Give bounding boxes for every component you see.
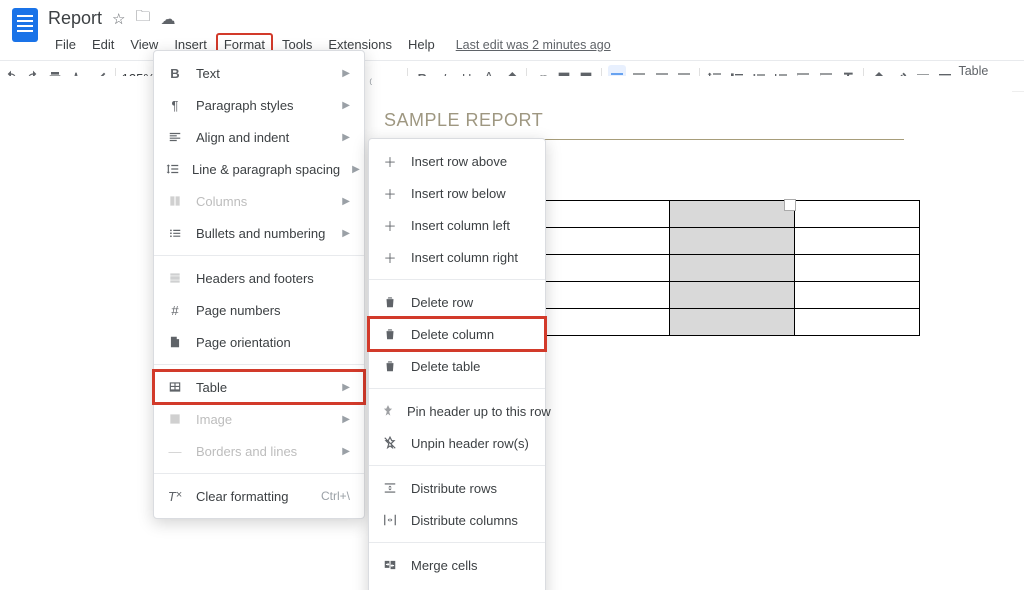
plus-icon: ＋ [381, 216, 399, 235]
document-table[interactable] [544, 200, 920, 336]
chevron-right-icon: ▶ [342, 132, 350, 143]
page-heading: SAMPLE REPORT [384, 110, 1012, 131]
table-distribute-cols[interactable]: Distribute columns [369, 504, 545, 536]
trash-icon [381, 295, 399, 309]
menu-file[interactable]: File [48, 34, 83, 55]
unpin-icon [381, 436, 399, 450]
cloud-status-icon[interactable]: ☁ [161, 10, 176, 28]
table-cell[interactable] [795, 228, 920, 255]
orientation-icon [166, 335, 184, 349]
page[interactable]: SAMPLE REPORT [372, 76, 1012, 140]
table-cell[interactable] [545, 282, 670, 309]
spacing-icon [166, 162, 180, 176]
menu-divider [369, 465, 545, 466]
menu-divider [154, 255, 364, 256]
table-delete-table[interactable]: Delete table [369, 350, 545, 382]
format-image: Image▶ [154, 403, 364, 435]
table-delete-column[interactable]: Delete column [369, 318, 545, 350]
move-icon[interactable]: 🗀 [135, 6, 150, 31]
docs-logo[interactable] [12, 8, 38, 42]
shortcut-label: Ctrl+\ [321, 489, 350, 503]
table-cell[interactable] [545, 255, 670, 282]
distribute-rows-icon [381, 481, 399, 495]
chevron-right-icon: ▶ [342, 100, 350, 111]
menu-divider [369, 279, 545, 280]
hash-icon: # [166, 303, 184, 318]
menu-help[interactable]: Help [401, 34, 442, 55]
table-cell[interactable] [795, 201, 920, 228]
paragraph-icon: ¶ [166, 98, 184, 113]
clear-icon: T× [166, 489, 184, 504]
image-icon [166, 412, 184, 426]
distribute-cols-icon [381, 513, 399, 527]
menu-divider [154, 473, 364, 474]
trash-icon [381, 327, 399, 341]
chevron-right-icon: ▶ [342, 446, 350, 457]
last-edit-link[interactable]: Last edit was 2 minutes ago [456, 38, 611, 52]
table-cell[interactable] [545, 309, 670, 336]
chevron-right-icon: ▶ [342, 382, 350, 393]
format-paragraph-styles[interactable]: ¶Paragraph styles▶ [154, 89, 364, 121]
titlebar: Report ☆ 🗀 ☁ File Edit View Insert Forma… [0, 0, 1024, 56]
plus-icon: ＋ [381, 184, 399, 203]
format-menu: BText▶ ¶Paragraph styles▶ Align and inde… [153, 50, 365, 519]
table-cell-selected[interactable] [670, 201, 795, 228]
chevron-right-icon: ▶ [342, 414, 350, 425]
format-clear-formatting[interactable]: T×Clear formattingCtrl+\ [154, 480, 364, 512]
table-cell-selected[interactable] [670, 309, 795, 336]
format-page-orientation[interactable]: Page orientation [154, 326, 364, 358]
chevron-right-icon: ▶ [352, 164, 360, 175]
format-text[interactable]: BText▶ [154, 57, 364, 89]
align-icon [166, 130, 184, 144]
pin-icon [381, 404, 395, 418]
trash-icon [381, 359, 399, 373]
format-bullets-numbering[interactable]: Bullets and numbering▶ [154, 217, 364, 249]
chevron-right-icon: ▶ [342, 228, 350, 239]
table-cell[interactable] [795, 282, 920, 309]
columns-icon [166, 194, 184, 208]
plus-icon: ＋ [381, 152, 399, 171]
menu-divider [369, 542, 545, 543]
table-distribute-rows[interactable]: Distribute rows [369, 472, 545, 504]
table-cell-selected[interactable] [670, 282, 795, 309]
doc-title[interactable]: Report [48, 8, 102, 29]
format-align-indent[interactable]: Align and indent▶ [154, 121, 364, 153]
table-cell[interactable] [795, 309, 920, 336]
table-unpin-header[interactable]: Unpin header row(s) [369, 427, 545, 459]
merge-icon [381, 558, 399, 572]
format-table[interactable]: Table▶ [154, 371, 364, 403]
headers-icon [166, 271, 184, 285]
table-cell[interactable] [545, 201, 670, 228]
table-cell[interactable] [795, 255, 920, 282]
table-cell[interactable] [545, 228, 670, 255]
menu-divider [369, 388, 545, 389]
plus-icon: ＋ [381, 248, 399, 267]
table-merge-cells[interactable]: Merge cells [369, 549, 545, 581]
table-insert-row-above[interactable]: ＋Insert row above [369, 145, 545, 177]
format-columns: Columns▶ [154, 185, 364, 217]
menu-divider [154, 364, 364, 365]
chevron-right-icon: ▶ [342, 196, 350, 207]
table-submenu: ＋Insert row above ＋Insert row below ＋Ins… [368, 138, 546, 590]
table-cell-selected[interactable] [670, 228, 795, 255]
text-icon: B [166, 66, 184, 81]
table-unmerge-cells: Unmerge cells [369, 581, 545, 590]
format-line-spacing[interactable]: Line & paragraph spacing▶ [154, 153, 364, 185]
table-delete-row[interactable]: Delete row [369, 286, 545, 318]
table-cell-selected[interactable] [670, 255, 795, 282]
format-page-numbers[interactable]: #Page numbers [154, 294, 364, 326]
borders-icon: — [166, 444, 184, 459]
menu-edit[interactable]: Edit [85, 34, 121, 55]
table-insert-row-below[interactable]: ＋Insert row below [369, 177, 545, 209]
table-insert-col-left[interactable]: ＋Insert column left [369, 209, 545, 241]
format-headers-footers[interactable]: Headers and footers [154, 262, 364, 294]
format-borders-lines: —Borders and lines▶ [154, 435, 364, 467]
chevron-right-icon: ▶ [342, 68, 350, 79]
table-insert-col-right[interactable]: ＋Insert column right [369, 241, 545, 273]
star-icon[interactable]: ☆ [112, 10, 125, 28]
list-icon [166, 226, 184, 240]
table-icon [166, 380, 184, 394]
table-pin-header[interactable]: Pin header up to this row [369, 395, 545, 427]
